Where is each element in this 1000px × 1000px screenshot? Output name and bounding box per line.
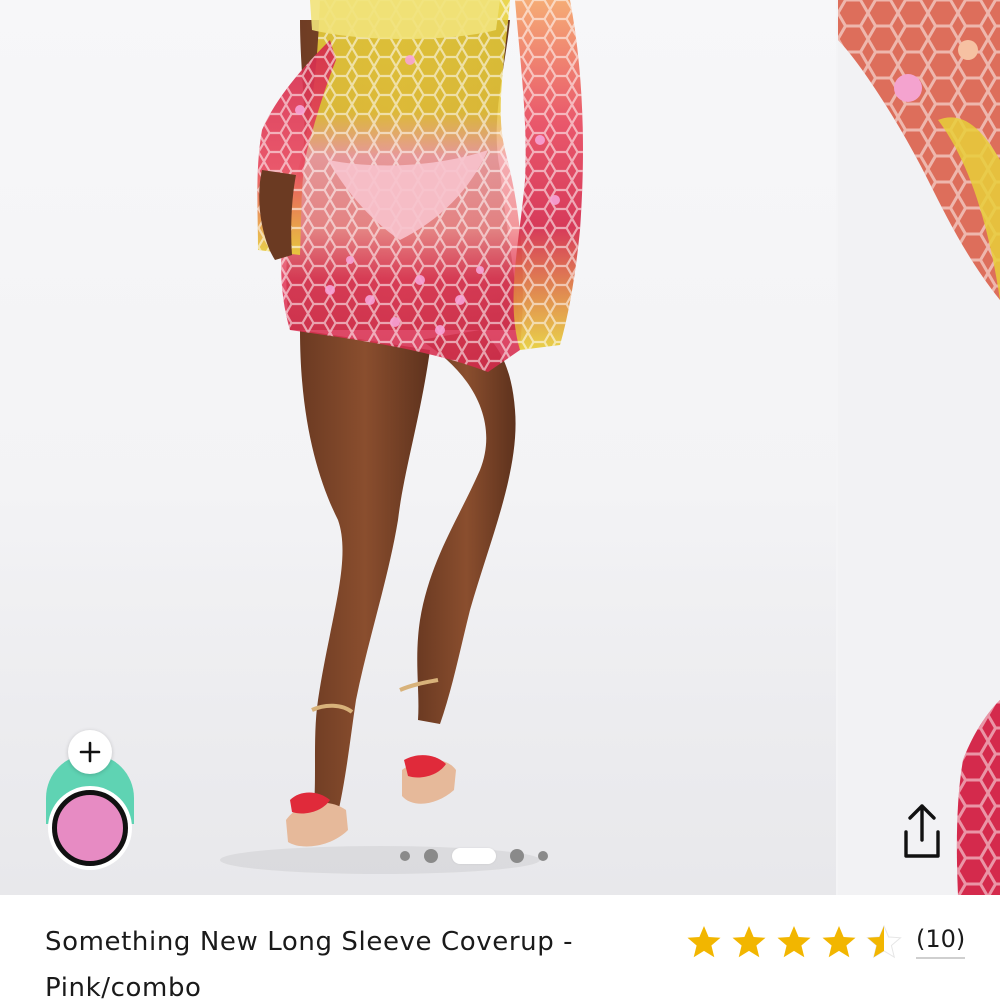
pagination-dot-active[interactable]: [452, 848, 496, 864]
pagination-dot[interactable]: [510, 849, 524, 863]
plus-icon: [79, 741, 101, 763]
review-count-link[interactable]: (10): [916, 925, 966, 959]
star-full-icon: [822, 926, 856, 958]
pagination-dot[interactable]: [538, 851, 548, 861]
star-half-icon: [866, 925, 902, 959]
quick-add-control[interactable]: [46, 730, 134, 876]
next-product-photo: [838, 0, 1000, 895]
product-image-main[interactable]: [0, 0, 836, 895]
add-to-bag-button[interactable]: [68, 730, 112, 774]
product-image-gallery[interactable]: [0, 0, 1000, 895]
star-full-icon: [777, 926, 811, 958]
share-icon: [904, 804, 940, 858]
star-full-icon: [732, 926, 766, 958]
rating-stars: [686, 925, 902, 959]
selected-color-swatch: [52, 790, 128, 866]
product-title: Something New Long Sleeve Coverup - Pink…: [45, 927, 574, 1000]
gallery-pagination: [400, 846, 548, 866]
star-full-icon: [687, 926, 721, 958]
product-image-next[interactable]: [838, 0, 1000, 895]
product-info: Something New Long Sleeve Coverup - Pink…: [0, 895, 1000, 1000]
share-button[interactable]: [892, 800, 952, 864]
pagination-dot[interactable]: [400, 851, 410, 861]
product-rating[interactable]: (10): [686, 925, 966, 959]
color-swatch-button[interactable]: [48, 786, 132, 870]
pagination-dot[interactable]: [424, 849, 438, 863]
